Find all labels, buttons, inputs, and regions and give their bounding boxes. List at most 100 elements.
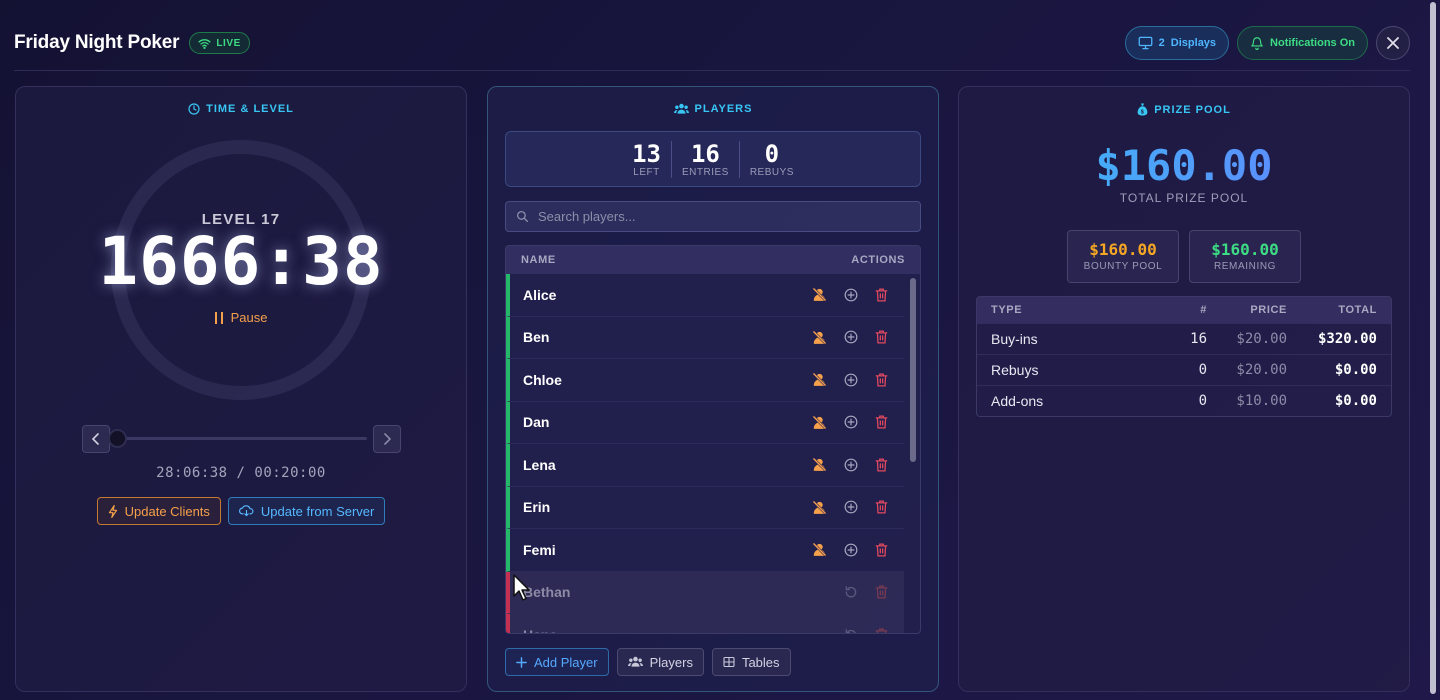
- prize-cell-count: 0: [1127, 384, 1207, 416]
- user-x-icon: [812, 415, 827, 430]
- trash-icon: [875, 415, 888, 429]
- player-name: Femi: [523, 541, 556, 558]
- page-scrollbar[interactable]: [1428, 0, 1438, 700]
- column-actions-header: ACTIONS: [851, 254, 905, 266]
- rebuy-player-button[interactable]: [840, 539, 861, 560]
- delete-player-button[interactable]: [871, 327, 892, 348]
- rebuy-player-button[interactable]: [840, 327, 861, 348]
- players-table: NAME ACTIONS Alice Ben Chloe Dan Lena Erin Fem…: [505, 245, 921, 634]
- delete-player-button[interactable]: [871, 582, 892, 603]
- players-scrollbar[interactable]: [910, 278, 916, 462]
- player-row[interactable]: Dan: [506, 401, 904, 444]
- column-price-header: PRICE: [1207, 297, 1287, 323]
- user-x-icon: [812, 330, 827, 345]
- update-from-server-label: Update from Server: [260, 503, 375, 519]
- pause-button[interactable]: Pause: [16, 310, 466, 325]
- user-x-icon: [812, 457, 827, 472]
- trash-icon: [875, 543, 888, 557]
- player-row[interactable]: Ben: [506, 316, 904, 359]
- player-row[interactable]: Alice: [506, 274, 904, 317]
- rebuy-player-button[interactable]: [840, 454, 861, 475]
- level-slider-thumb[interactable]: [108, 429, 127, 448]
- player-row[interactable]: Femi: [506, 529, 904, 572]
- trash-icon: [875, 500, 888, 514]
- trash-icon: [875, 373, 888, 387]
- player-row[interactable]: Bethan: [506, 571, 904, 614]
- player-name: Hana: [523, 627, 840, 633]
- eliminate-player-button[interactable]: [809, 539, 830, 560]
- user-x-icon: [812, 542, 827, 557]
- stat-rebuys-value: 0: [764, 139, 780, 168]
- prize-cell-price: $10.00: [1207, 384, 1287, 416]
- prize-table-row: Buy-ins 16 $20.00 $320.00: [977, 322, 1391, 354]
- eliminate-player-button[interactable]: [809, 497, 830, 518]
- rebuy-player-button[interactable]: [840, 369, 861, 390]
- app-title: Friday Night Poker: [14, 32, 180, 53]
- remaining-label: REMAINING: [1213, 261, 1277, 272]
- rebuy-player-button[interactable]: [840, 284, 861, 305]
- reinstate-player-button[interactable]: [840, 582, 861, 603]
- delete-player-button[interactable]: [871, 497, 892, 518]
- player-row[interactable]: Erin: [506, 486, 904, 529]
- stat-left-label: LEFT: [633, 166, 660, 178]
- next-level-button[interactable]: [373, 425, 401, 453]
- player-row[interactable]: Chloe: [506, 359, 904, 402]
- eliminate-player-button[interactable]: [809, 454, 830, 475]
- notifications-button[interactable]: Notifications On: [1237, 26, 1368, 60]
- eliminate-player-button[interactable]: [809, 327, 830, 348]
- bounty-pool-value: $160.00: [1089, 240, 1157, 259]
- stat-entries: 16 ENTRIES: [670, 140, 739, 178]
- delete-player-button[interactable]: [871, 624, 892, 633]
- svg-text:$: $: [1141, 109, 1145, 115]
- players-title-text: PLAYERS: [694, 103, 753, 115]
- notifications-label: Notifications On: [1270, 37, 1355, 49]
- players-title: PLAYERS: [488, 103, 938, 115]
- delete-player-button[interactable]: [871, 284, 892, 305]
- page-scrollbar-thumb[interactable]: [1430, 2, 1436, 694]
- player-row[interactable]: Lena: [506, 444, 904, 487]
- trash-icon: [875, 458, 888, 472]
- mouse-cursor-icon: [513, 574, 530, 601]
- close-button[interactable]: [1376, 26, 1410, 60]
- bounty-pool-box: $160.00 BOUNTY POOL: [1067, 230, 1179, 283]
- stat-left-value: 13: [632, 139, 661, 168]
- player-row[interactable]: Hana: [506, 614, 904, 633]
- time-level-panel: TIME & LEVEL LEVEL 17 1666:38 Pause 28:0…: [15, 86, 467, 692]
- pause-label: Pause: [230, 310, 268, 325]
- bell-icon: [1251, 37, 1263, 50]
- prize-cell-type: Rebuys: [977, 353, 1127, 385]
- reinstate-player-button[interactable]: [840, 624, 861, 633]
- rebuy-player-button[interactable]: [840, 412, 861, 433]
- prize-pool-title: $ PRIZE POOL: [959, 103, 1409, 116]
- eliminate-player-button[interactable]: [809, 284, 830, 305]
- undo-icon: [845, 628, 856, 633]
- eliminate-player-button[interactable]: [809, 369, 830, 390]
- search-input[interactable]: [538, 209, 898, 224]
- prize-cell-total: $320.00: [1287, 322, 1391, 354]
- delete-player-button[interactable]: [871, 539, 892, 560]
- displays-button[interactable]: 2 Displays: [1124, 26, 1230, 60]
- time-level-title-text: TIME & LEVEL: [206, 103, 294, 115]
- header-divider: [14, 70, 1410, 71]
- monitor-icon: [1138, 36, 1153, 50]
- update-from-server-button[interactable]: Update from Server: [227, 497, 386, 525]
- prize-cell-count: 0: [1127, 353, 1207, 385]
- players-button[interactable]: Players: [616, 648, 704, 676]
- eliminate-player-button[interactable]: [809, 412, 830, 433]
- prize-cell-price: $20.00: [1207, 322, 1287, 354]
- search-icon: [516, 210, 529, 223]
- delete-player-button[interactable]: [871, 454, 892, 475]
- level-slider-track[interactable]: [117, 437, 367, 440]
- column-type-header: TYPE: [977, 297, 1127, 323]
- prize-cell-count: 16: [1127, 322, 1207, 354]
- delete-player-button[interactable]: [871, 369, 892, 390]
- add-player-button[interactable]: Add Player: [505, 648, 609, 676]
- tables-button[interactable]: Tables: [711, 648, 791, 676]
- delete-player-button[interactable]: [871, 412, 892, 433]
- player-name: Dan: [523, 414, 550, 431]
- rebuy-player-button[interactable]: [840, 497, 861, 518]
- update-clients-button[interactable]: Update Clients: [96, 497, 221, 525]
- previous-level-button[interactable]: [82, 425, 110, 453]
- column-name-header: NAME: [521, 254, 556, 266]
- update-clients-label: Update Clients: [124, 503, 210, 519]
